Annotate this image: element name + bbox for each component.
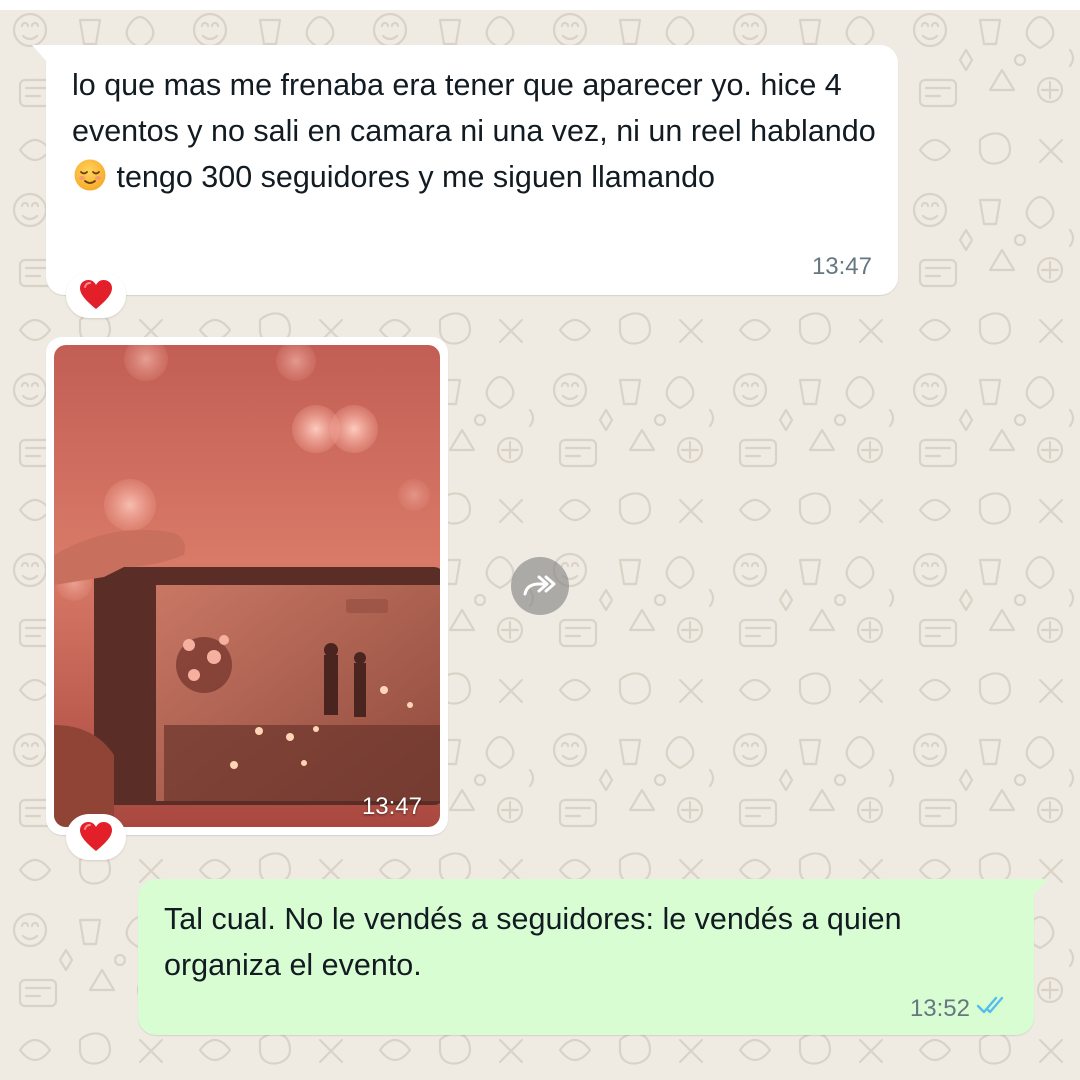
message-time: 13:47 (811, 253, 872, 280)
message-meta: 13:52 (910, 995, 1010, 1023)
bubble-tail (32, 45, 48, 63)
message-text: Tal cual. No le vendés a seguidores: le … (164, 902, 902, 982)
reaction-badge[interactable] (66, 272, 126, 318)
message-text-part: tengo 300 seguidores y me siguen llamand… (108, 160, 716, 194)
relieved-face-icon (74, 159, 106, 191)
message-photo[interactable] (54, 345, 440, 827)
forward-button[interactable] (511, 557, 569, 615)
outgoing-text-message[interactable]: Tal cual. No le vendés a seguidores: le … (138, 879, 1048, 1035)
message-time: 13:52 (909, 995, 970, 1022)
forward-icon (523, 575, 556, 596)
incoming-image-message[interactable]: 13:47 (46, 337, 448, 835)
reaction-badge[interactable] (66, 814, 126, 860)
chat-area[interactable]: lo que mas me frenaba era tener que apar… (0, 0, 1080, 1080)
bubble-tail (1032, 879, 1048, 897)
message-time: 13:47 (361, 793, 422, 820)
red-heart-icon (80, 822, 112, 851)
red-heart-icon (80, 280, 112, 309)
read-receipt-icon (976, 996, 1004, 1014)
message-text-part: lo que mas me frenaba era tener que apar… (72, 68, 876, 148)
message-text: lo que mas me frenaba era tener que apar… (72, 62, 882, 200)
incoming-text-message[interactable]: lo que mas me frenaba era tener que apar… (32, 45, 898, 295)
